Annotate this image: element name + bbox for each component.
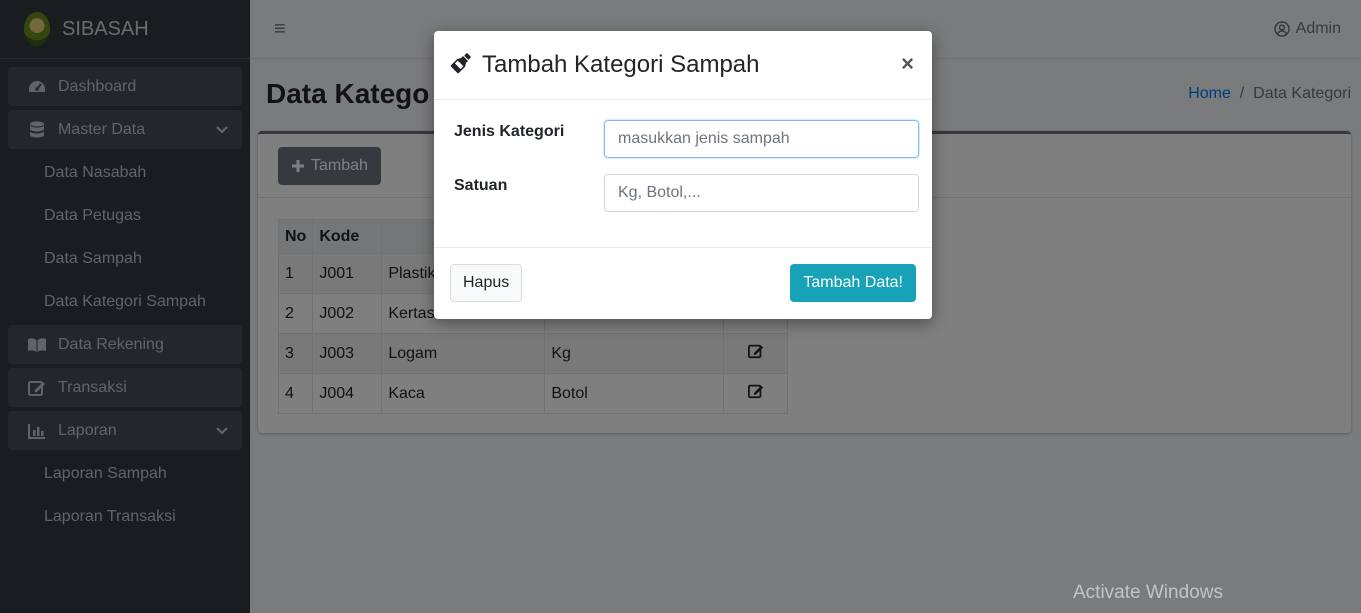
modal-title: Tambah Kategori Sampah [450,50,760,81]
jenis-kategori-label: Jenis Kategori [454,123,565,140]
modal-header: Tambah Kategori Sampah × [434,31,932,100]
reset-button[interactable]: Hapus [450,264,523,302]
modal-footer: Hapus Tambah Data! [434,248,932,318]
add-category-modal: Tambah Kategori Sampah × Jenis Kategori … [434,31,932,319]
close-icon[interactable]: × [901,51,914,77]
activate-windows-watermark: Activate Windows [1073,582,1223,603]
satuan-label: Satuan [454,177,508,194]
satuan-input[interactable]: Kg, Botol,... [604,174,919,212]
bottle-icon [450,50,474,81]
modal-title-text: Tambah Kategori Sampah [482,51,760,78]
submit-button[interactable]: Tambah Data! [790,264,916,302]
jenis-kategori-input[interactable]: masukkan jenis sampah [604,120,919,158]
modal-body: Jenis Kategori masukkan jenis sampah Sat… [434,100,932,248]
